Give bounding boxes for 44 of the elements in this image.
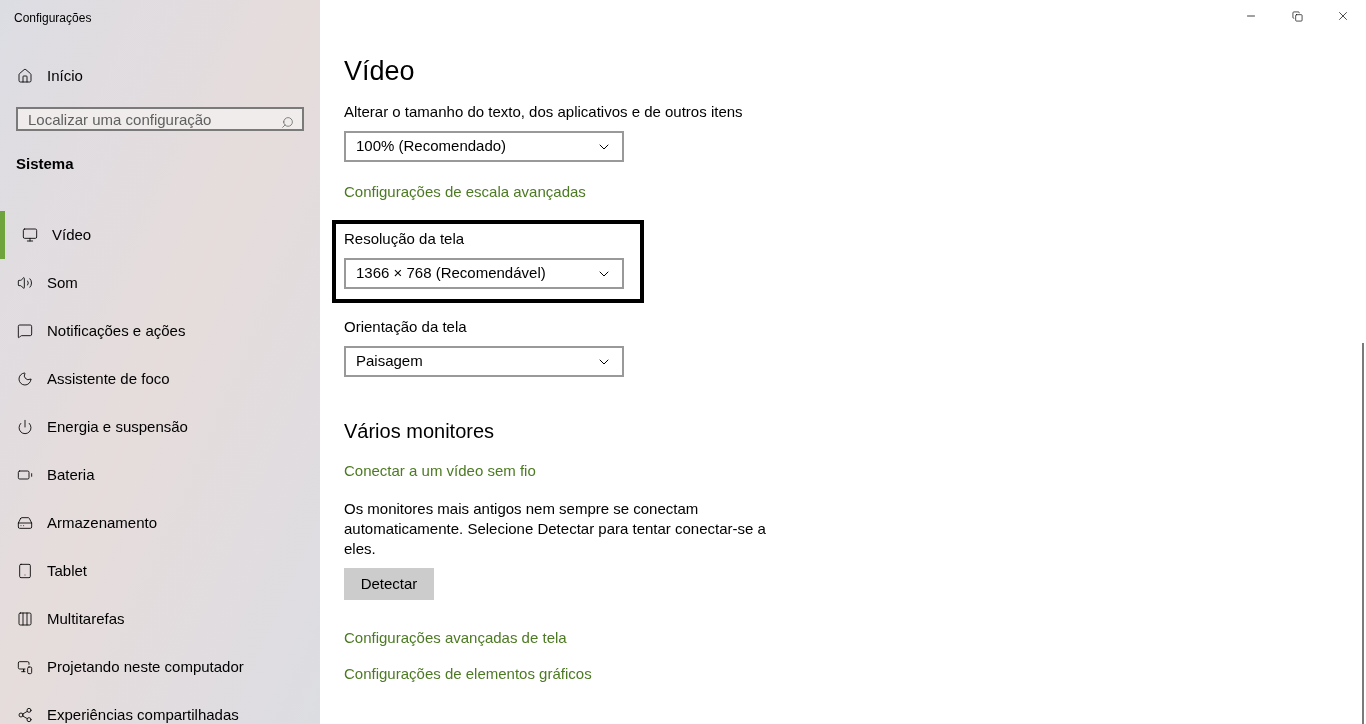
link[interactable]: Configurações de elementos gráficos (344, 664, 592, 684)
home-icon (17, 68, 33, 84)
section-heading: Vários monitores (344, 419, 496, 444)
drive-icon (17, 515, 33, 531)
monitor-icon (22, 227, 38, 243)
sidebar-item[interactable]: Tablet (0, 547, 320, 595)
dropdown[interactable]: 100% (Recomendado) (344, 131, 624, 162)
window-title: Configurações (13, 10, 93, 26)
battery-icon (17, 467, 33, 483)
detect-button[interactable]: Detectar (344, 568, 434, 600)
page-title: Vídeo (344, 55, 416, 87)
search-field[interactable]: Localizar uma configuração (16, 107, 304, 131)
close-icon (1336, 9, 1350, 23)
speech-bubble-icon (17, 323, 33, 339)
tablet-icon (17, 563, 33, 579)
screens-icon (17, 659, 33, 675)
sidebar-item[interactable]: Energia e suspensão (0, 403, 320, 451)
sidebar-item[interactable]: Armazenamento (0, 499, 320, 547)
dropdown[interactable]: Paisagem (344, 346, 624, 377)
dropdown[interactable]: 1366 × 768 (Recomendável) (344, 258, 624, 289)
field-label: Alterar o tamanho do texto, dos aplicativos e de outros itens (344, 102, 743, 122)
link[interactable]: Configurações de escala avançadas (344, 182, 586, 202)
sidebar-item[interactable]: Bateria (0, 451, 320, 499)
restore-icon (1291, 10, 1303, 22)
sidebar-item[interactable]: Multitarefas (0, 595, 320, 643)
sidebar-item[interactable]: Projetando neste computador (0, 643, 320, 691)
home-link[interactable]: Início (0, 65, 320, 87)
search-icon (281, 116, 294, 129)
sidebar-item[interactable]: Experiências compartilhadas (0, 691, 320, 724)
link[interactable]: Conectar a um vídeo sem fio (344, 461, 536, 481)
sidebar-item[interactable]: Vídeo (0, 211, 320, 259)
sidebar-item[interactable]: Assistente de foco (0, 355, 320, 403)
sidebar-item[interactable]: Som (0, 259, 320, 307)
moon-icon (17, 371, 33, 387)
nodes-icon (17, 707, 33, 723)
section-title: Sistema (15, 154, 75, 174)
sidebar-item[interactable]: Notificações e ações (0, 307, 320, 355)
description-text: Os monitores mais antigos nem sempre se conectam automaticamente. Selecione Detectar para tentar conectar-se a eles. (344, 499, 767, 559)
power-icon (17, 419, 33, 435)
speaker-icon (17, 275, 33, 291)
link[interactable]: Configurações avançadas de tela (344, 628, 567, 648)
field-label: Resolução da tela (344, 229, 466, 249)
columns-icon (17, 611, 33, 627)
field-label: Orientação da tela (344, 317, 468, 337)
